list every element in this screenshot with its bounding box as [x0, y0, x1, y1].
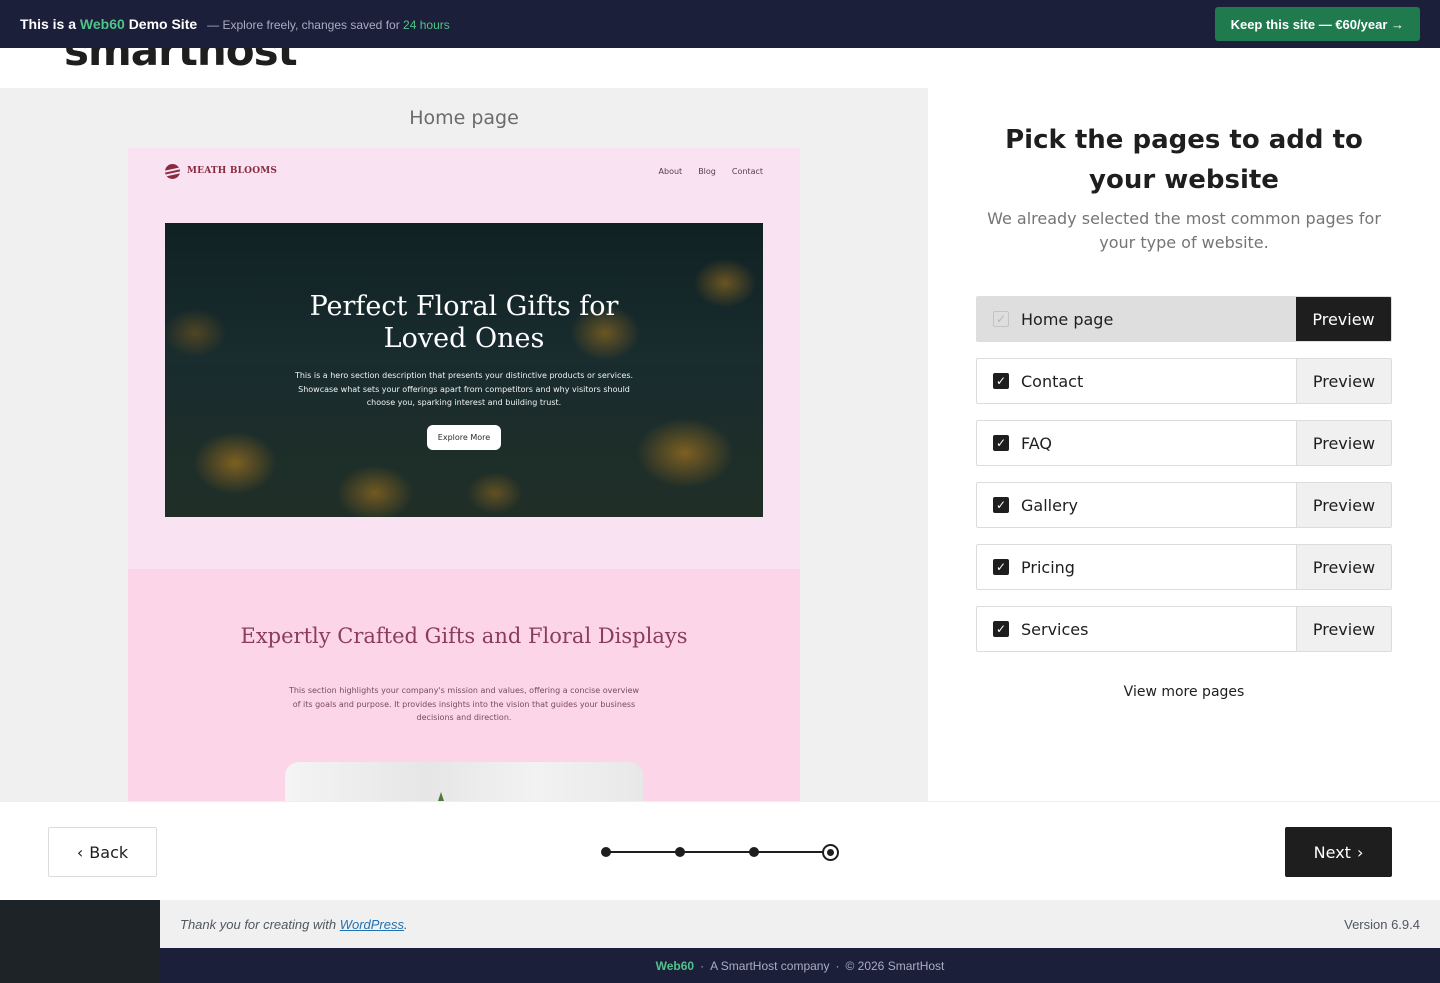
demo-banner-text: This is a Web60 Demo Site — Explore free…	[20, 16, 450, 32]
page-label: Contact	[1021, 371, 1084, 391]
checkbox-disabled-icon: ✓	[993, 311, 1009, 327]
checkbox-checked-icon[interactable]: ✓	[993, 497, 1009, 513]
site-nav-blog: Blog	[698, 166, 716, 176]
hero-title: Perfect Floral Gifts for Loved Ones	[309, 291, 619, 354]
page-row-label-area[interactable]: ✓ Gallery	[977, 483, 1296, 527]
step-dot-3	[749, 847, 759, 857]
demo-brand: Web60	[79, 16, 125, 32]
site-brand-name: MEATH BLOOMS	[187, 166, 278, 176]
preview-button-gallery[interactable]: Preview	[1296, 483, 1391, 527]
next-button[interactable]: Next ›	[1285, 827, 1392, 877]
site-nav-contact: Contact	[731, 166, 763, 176]
plant-image	[435, 792, 447, 801]
about-title: Expertly Crafted Gifts and Floral Displa…	[240, 624, 688, 648]
hero-content: Perfect Floral Gifts for Loved Ones This…	[165, 223, 763, 517]
wp-thanks-end: .	[404, 916, 408, 932]
preview-button-services[interactable]: Preview	[1296, 607, 1391, 651]
back-button[interactable]: ‹ Back	[48, 827, 157, 877]
page-row-faq[interactable]: ✓ FAQ Preview	[976, 420, 1392, 466]
about-description: This section highlights your company's m…	[288, 686, 640, 722]
bottom-brand: Web60	[655, 958, 695, 973]
page-row-label-area[interactable]: ✓ Pricing	[977, 545, 1296, 589]
chevron-right-icon: ›	[1356, 842, 1364, 862]
wordpress-link[interactable]: WordPress	[340, 917, 404, 932]
keep-site-button[interactable]: Keep this site — €60/year →	[1214, 7, 1420, 41]
bottom-brand-bar: Web60 · A SmartHost company · © 2026 Sma…	[160, 948, 1440, 983]
demo-note: — Explore freely, changes saved for 24 h…	[207, 18, 450, 32]
admin-sidebar-stub	[0, 900, 160, 983]
hero-image: Perfect Floral Gifts for Loved Ones This…	[165, 223, 763, 517]
step-dot-2	[675, 847, 685, 857]
demo-note-hours: 24 hours	[403, 18, 450, 32]
checkbox-checked-icon[interactable]: ✓	[993, 435, 1009, 451]
panel-subtitle: We already selected the most common page…	[987, 209, 1381, 252]
hero-description: This is a hero section description that …	[294, 371, 634, 407]
page-row-label-area[interactable]: ✓ Services	[977, 607, 1296, 651]
wp-thanks-text: Thank you for creating with	[180, 916, 337, 932]
step-line	[606, 851, 830, 853]
site-preview: MEATH BLOOMS About Blog Contact Perfect …	[128, 148, 800, 801]
site-nav-about: About	[658, 166, 683, 176]
about-image-card	[285, 762, 643, 801]
chevron-left-icon: ‹	[76, 842, 84, 862]
site-brand: MEATH BLOOMS	[165, 163, 278, 179]
smarthost-logo: smarthost	[64, 48, 298, 75]
wizard-footer: ‹ Back Next ›	[0, 801, 1440, 900]
explore-more-button: Explore More	[426, 424, 502, 450]
page-row-services[interactable]: ✓ Services Preview	[976, 606, 1392, 652]
page-row-gallery[interactable]: ✓ Gallery Preview	[976, 482, 1392, 528]
back-label: Back	[89, 842, 129, 862]
bottom-copyright: © 2026 SmartHost	[845, 958, 945, 973]
wp-thanks: Thank you for creating with WordPress.	[180, 917, 408, 932]
site-nav-links: About Blog Contact	[659, 167, 763, 176]
preview-button-contact[interactable]: Preview	[1296, 359, 1391, 403]
next-label: Next	[1313, 842, 1351, 862]
page-row-label-area[interactable]: ✓ Contact	[977, 359, 1296, 403]
separator: ·	[700, 958, 705, 973]
site-nav: MEATH BLOOMS About Blog Contact	[165, 162, 763, 180]
page-row-label-area[interactable]: ✓ FAQ	[977, 421, 1296, 465]
checkbox-checked-icon[interactable]: ✓	[993, 559, 1009, 575]
page-preview-pane[interactable]: Home page MEATH BLOOMS About Blog Contac…	[0, 88, 928, 801]
demo-suffix: Demo Site	[128, 16, 198, 32]
wp-footer: Thank you for creating with WordPress. V…	[160, 900, 1440, 948]
demo-banner: This is a Web60 Demo Site — Explore free…	[0, 0, 1440, 48]
page-label: FAQ	[1021, 433, 1052, 453]
step-dot-1	[601, 847, 611, 857]
preview-button-faq[interactable]: Preview	[1296, 421, 1391, 465]
view-more-pages-button[interactable]: View more pages	[976, 684, 1392, 700]
site-hero-section: MEATH BLOOMS About Blog Contact Perfect …	[128, 148, 800, 569]
page-row-contact[interactable]: ✓ Contact Preview	[976, 358, 1392, 404]
step-indicator	[600, 843, 840, 861]
checkbox-checked-icon[interactable]: ✓	[993, 373, 1009, 389]
bottom-company: A SmartHost company	[710, 958, 830, 973]
panel-title: Pick the pages to add to your website	[1005, 125, 1363, 195]
page-list: ✓ Home page Preview ✓ Contact Preview ✓ …	[976, 296, 1392, 668]
separator: ·	[835, 958, 840, 973]
demo-note-text: — Explore freely, changes saved for	[207, 18, 400, 32]
preview-title: Home page	[409, 107, 519, 129]
page-row-home[interactable]: ✓ Home page Preview	[976, 296, 1392, 342]
page-label: Services	[1021, 619, 1089, 639]
page-label: Pricing	[1021, 557, 1075, 577]
preview-button-pricing[interactable]: Preview	[1296, 545, 1391, 589]
page-row-pricing[interactable]: ✓ Pricing Preview	[976, 544, 1392, 590]
checkbox-checked-icon[interactable]: ✓	[993, 621, 1009, 637]
page-label: Home page	[1021, 309, 1114, 329]
page-label: Gallery	[1021, 495, 1078, 515]
logo-strip: smarthost	[0, 48, 1440, 88]
wp-version: Version 6.9.4	[1344, 916, 1420, 932]
flower-logo-icon	[165, 163, 180, 179]
preview-button-home[interactable]: Preview	[1296, 297, 1391, 341]
demo-prefix: This is a	[20, 16, 77, 32]
site-about-section: Expertly Crafted Gifts and Floral Displa…	[128, 569, 800, 801]
page-row-label-area[interactable]: ✓ Home page	[977, 297, 1296, 341]
step-dot-4-current	[822, 844, 839, 861]
